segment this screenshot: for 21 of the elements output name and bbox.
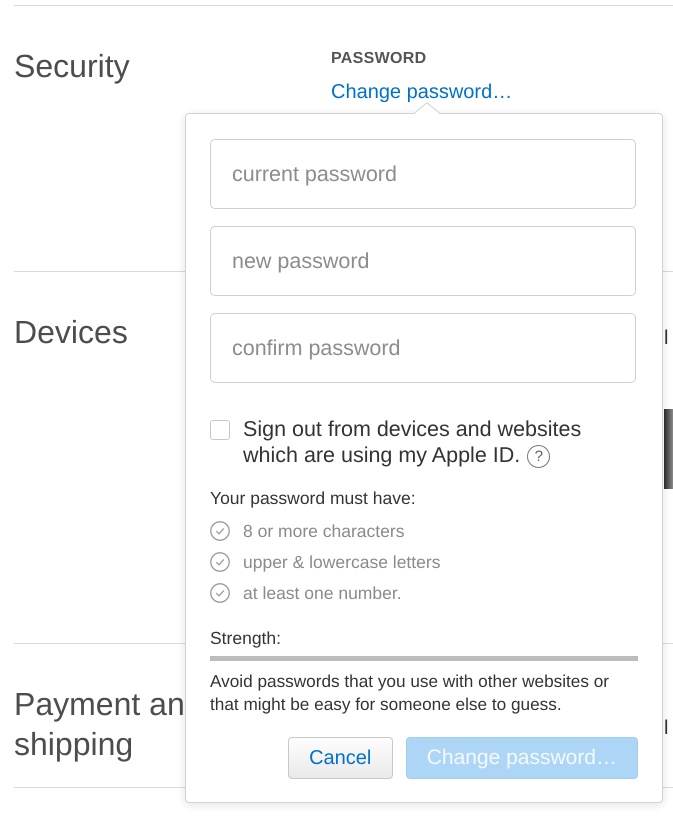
field-label: PASSWORD (331, 50, 426, 68)
change-password-link[interactable]: Change password… (331, 79, 512, 105)
requirement-text: upper & lowercase letters (243, 552, 440, 572)
cancel-button[interactable]: Cancel (288, 737, 393, 779)
section-heading: Security (14, 47, 130, 86)
password-field[interactable]: new password (210, 226, 636, 296)
sign-out-label: Sign out from devices and websites (243, 416, 582, 442)
password-field[interactable]: current password (210, 139, 636, 209)
section-heading: Payment an shipping (14, 685, 185, 764)
section-heading: Devices (14, 313, 128, 352)
requirements-title: Your password must have: (210, 488, 416, 508)
clipped-text: l (664, 717, 668, 739)
help-button[interactable]: ? (527, 445, 550, 468)
clipped-text: l (664, 327, 668, 349)
password-field[interactable]: confirm password (210, 313, 636, 383)
strength-label: Strength: (210, 628, 282, 648)
requirement-text: 8 or more characters (243, 520, 404, 540)
advice-text: Avoid passwords that you use with other websites or that might be easy for someone else to guess. (210, 670, 610, 716)
sign-out-checkbox[interactable] (210, 420, 230, 440)
sign-out-label: which are using my Apple ID. (243, 442, 520, 468)
requirement-text: at least one number. (243, 582, 402, 602)
